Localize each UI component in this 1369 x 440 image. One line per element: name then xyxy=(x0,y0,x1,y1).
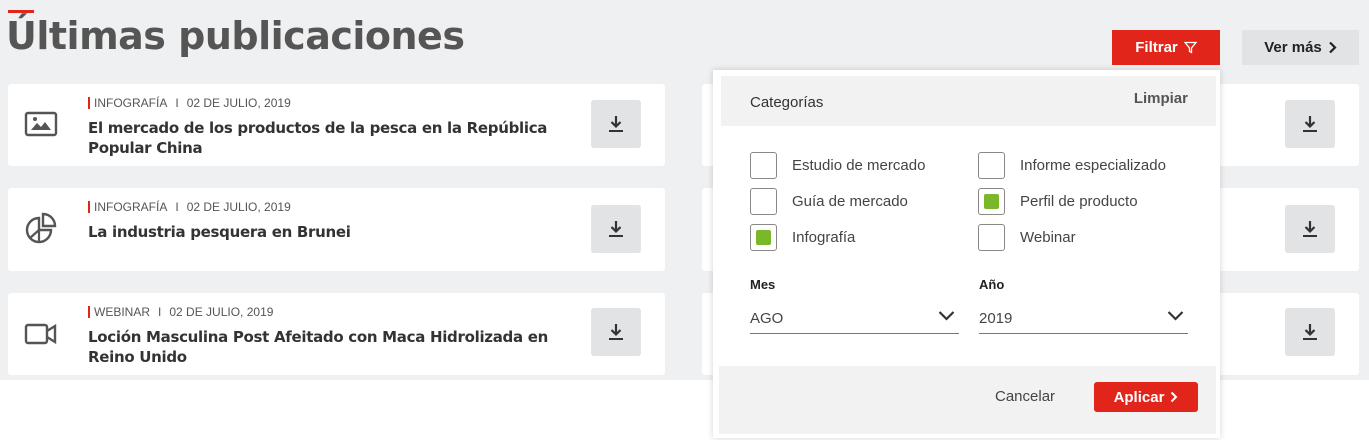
checkbox-guia-de-mercado[interactable]: Guía de mercado xyxy=(750,188,908,215)
checkbox-box[interactable] xyxy=(750,224,777,251)
checkbox-webinar[interactable]: Webinar xyxy=(978,224,1076,251)
month-select-value: AGO xyxy=(750,310,784,327)
page-title: Últimas publicaciones xyxy=(6,14,465,58)
download-button[interactable] xyxy=(591,308,641,356)
filter-panel-footer: Cancelar Aplicar xyxy=(719,366,1216,434)
publication-date: 02 DE JULIO, 2019 xyxy=(186,200,291,214)
download-button[interactable] xyxy=(591,205,641,253)
video-camera-icon xyxy=(24,323,57,345)
chevron-down-icon xyxy=(1167,311,1184,321)
publication-title[interactable]: Loción Masculina Post Afeitado con Maca … xyxy=(88,327,568,367)
filter-panel: Categorías Limpiar Estudio de mercado In… xyxy=(713,70,1220,438)
publication-card[interactable]: INFOGRAFÍA I 02 DE JULIO, 2019 El mercado … xyxy=(8,84,665,166)
download-button[interactable] xyxy=(591,100,641,148)
checkbox-checked-mark xyxy=(756,230,771,245)
checkbox-label: Guía de mercado xyxy=(792,193,908,210)
checkbox-label: Estudio de mercado xyxy=(792,157,926,174)
download-icon xyxy=(609,324,623,340)
publication-meta: INFOGRAFÍA I 02 DE JULIO, 2019 xyxy=(88,96,291,110)
checkbox-box[interactable] xyxy=(978,188,1005,215)
cancel-button[interactable]: Cancelar xyxy=(995,388,1055,405)
funnel-icon xyxy=(1183,41,1197,54)
publication-date: 02 DE JULIO, 2019 xyxy=(186,96,291,110)
publication-title[interactable]: La industria pesquera en Brunei xyxy=(88,222,568,242)
year-label: Año xyxy=(979,277,1005,292)
year-select-value: 2019 xyxy=(979,310,1013,327)
year-select[interactable]: 2019 xyxy=(979,304,1188,334)
meta-accent-bar xyxy=(88,201,90,213)
download-button[interactable] xyxy=(1285,100,1335,148)
checkbox-box[interactable] xyxy=(978,224,1005,251)
ver-mas-button[interactable]: Ver más xyxy=(1242,30,1359,65)
checkbox-box[interactable] xyxy=(750,188,777,215)
publication-category: WEBINAR xyxy=(94,305,151,319)
month-select[interactable]: AGO xyxy=(750,304,959,334)
title-accent-bar xyxy=(8,10,34,13)
checkbox-label: Webinar xyxy=(1020,229,1076,246)
download-icon xyxy=(609,221,623,237)
publication-category: INFOGRAFÍA xyxy=(94,96,168,110)
checkbox-box[interactable] xyxy=(750,152,777,179)
meta-accent-bar xyxy=(88,97,90,109)
checkbox-infografia[interactable]: Infografía xyxy=(750,224,855,251)
checkbox-informe-especializado[interactable]: Informe especializado xyxy=(978,152,1166,179)
download-icon xyxy=(1303,116,1317,132)
categories-label: Categorías xyxy=(750,94,824,111)
clear-button[interactable]: Limpiar xyxy=(1134,90,1188,107)
month-label: Mes xyxy=(750,277,776,292)
chevron-down-icon xyxy=(938,311,955,321)
publication-category: INFOGRAFÍA xyxy=(94,200,168,214)
chevron-right-icon xyxy=(1171,391,1178,403)
checkbox-label: Perfil de producto xyxy=(1020,193,1138,210)
checkbox-estudio-de-mercado[interactable]: Estudio de mercado xyxy=(750,152,925,179)
publication-date: 02 DE JULIO, 2019 xyxy=(169,305,274,319)
chevron-right-icon xyxy=(1328,41,1337,54)
download-button[interactable] xyxy=(1285,205,1335,253)
publication-meta: WEBINAR I 02 DE JULIO, 2019 xyxy=(88,305,273,319)
download-icon xyxy=(1303,221,1317,237)
filter-panel-header: Categorías Limpiar xyxy=(721,76,1216,126)
publication-meta: INFOGRAFÍA I 02 DE JULIO, 2019 xyxy=(88,200,291,214)
checkbox-label: Informe especializado xyxy=(1020,157,1166,174)
filter-button[interactable]: Filtrar xyxy=(1112,30,1220,65)
checkbox-perfil-de-producto[interactable]: Perfil de producto xyxy=(978,188,1138,215)
filter-button-label: Filtrar xyxy=(1135,39,1178,56)
checkbox-checked-mark xyxy=(984,194,999,209)
publication-card[interactable]: INFOGRAFÍA I 02 DE JULIO, 2019 La industri… xyxy=(8,188,665,271)
apply-button[interactable]: Aplicar xyxy=(1094,382,1198,412)
publication-card[interactable]: WEBINAR I 02 DE JULIO, 2019 Loción Masculi… xyxy=(8,293,665,375)
pie-chart-icon xyxy=(25,212,57,244)
image-icon xyxy=(24,111,58,137)
download-icon xyxy=(609,116,623,132)
checkbox-label: Infografía xyxy=(792,229,856,246)
meta-accent-bar xyxy=(88,306,90,318)
download-icon xyxy=(1303,324,1317,340)
download-button[interactable] xyxy=(1285,308,1335,356)
ver-mas-label: Ver más xyxy=(1264,39,1322,56)
apply-button-label: Aplicar xyxy=(1113,388,1165,406)
checkbox-box[interactable] xyxy=(978,152,1005,179)
publication-title[interactable]: El mercado de los productos de la pesca … xyxy=(88,118,568,158)
